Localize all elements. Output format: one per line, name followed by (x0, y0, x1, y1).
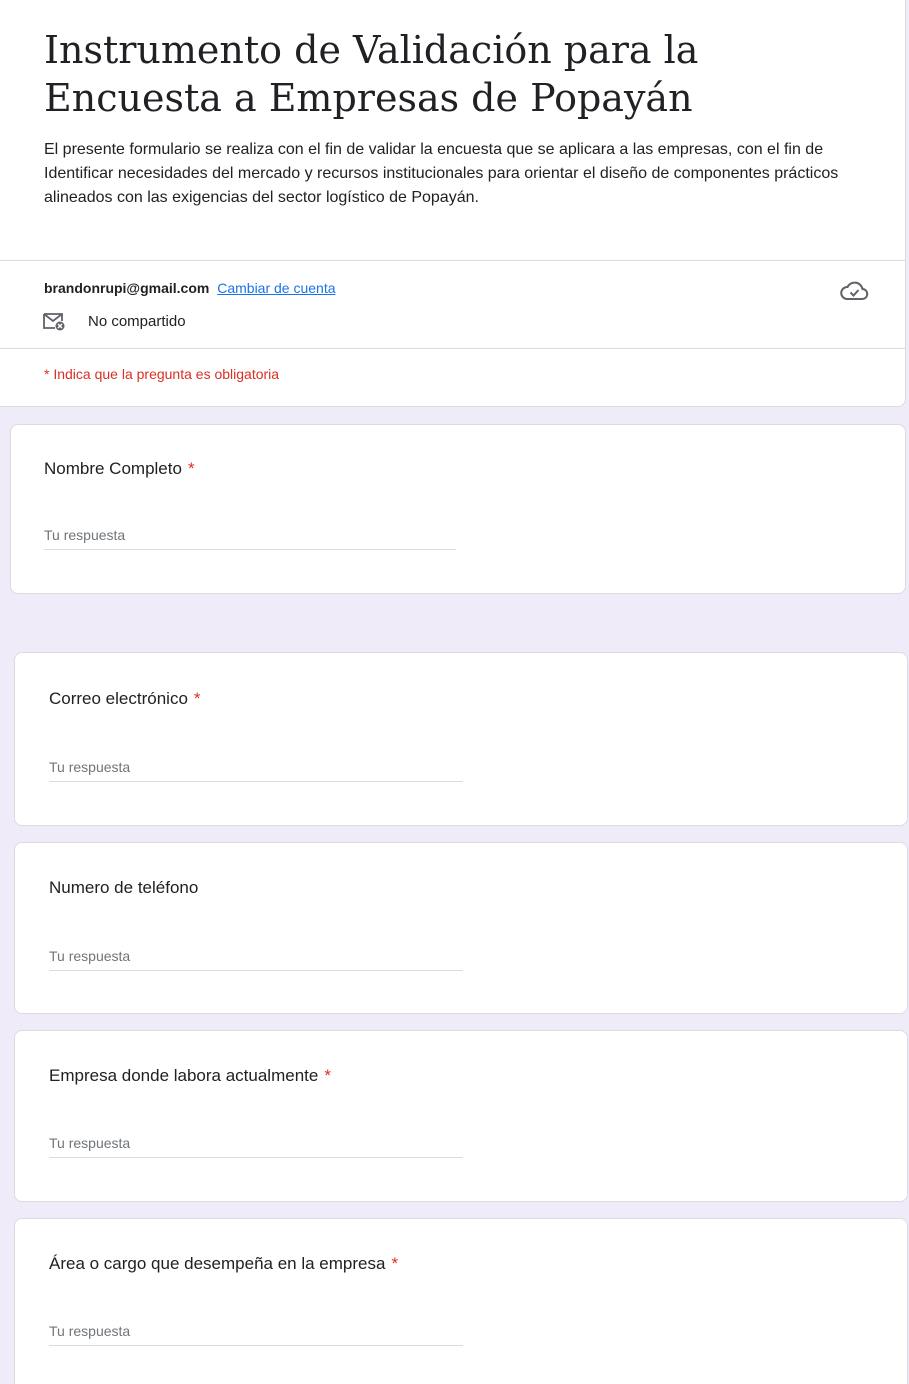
question-card-email: Correo electrónico * (14, 652, 908, 826)
account-email: brandonrupi@gmail.com (44, 280, 210, 296)
full-name-input[interactable] (44, 527, 456, 550)
question-label: Correo electrónico * (49, 687, 201, 711)
required-asterisk: * (187, 459, 195, 478)
question-title: Empresa donde labora actualmente (49, 1066, 319, 1085)
question-title: Correo electrónico (49, 689, 188, 708)
required-asterisk: * (391, 1254, 399, 1273)
email-input[interactable] (49, 759, 463, 782)
required-asterisk: * (324, 1066, 331, 1085)
form-header-card: Instrumento de Validación para la Encues… (0, 0, 906, 407)
question-title: Nombre Completo (44, 459, 182, 478)
question-label: Nombre Completo * (44, 457, 195, 481)
required-note: * Indica que la pregunta es obligatoria (44, 366, 280, 382)
question-card-company: Empresa donde labora actualmente * (14, 1030, 908, 1202)
share-status: No compartido (88, 312, 186, 330)
share-status-row: No compartido (42, 311, 186, 331)
question-label: Numero de teléfono (49, 876, 204, 900)
account-row: brandonrupi@gmail.com Cambiar de cuenta (44, 278, 336, 298)
phone-input[interactable] (49, 948, 463, 971)
company-input[interactable] (49, 1135, 463, 1158)
question-card-full-name: Nombre Completo * (10, 424, 906, 594)
role-input[interactable] (49, 1323, 463, 1346)
divider (0, 348, 906, 349)
question-title: Numero de teléfono (49, 878, 199, 897)
form-description: El presente formulario se realiza con el… (44, 141, 839, 206)
question-label: Área o cargo que desempeña en la empresa… (49, 1252, 398, 1276)
question-title: Área o cargo que desempeña en la empresa (49, 1254, 386, 1273)
form-title: Instrumento de Validación para la Encues… (44, 28, 699, 120)
mail-off-icon (43, 313, 65, 331)
required-asterisk: * (193, 689, 201, 708)
cloud-check-icon[interactable] (838, 279, 870, 303)
switch-account-link[interactable]: Cambiar de cuenta (217, 280, 335, 296)
question-label: Empresa donde labora actualmente * (49, 1064, 331, 1088)
question-card-phone: Numero de teléfono (14, 842, 908, 1014)
question-card-role: Área o cargo que desempeña en la empresa… (14, 1218, 908, 1384)
divider (0, 260, 906, 261)
